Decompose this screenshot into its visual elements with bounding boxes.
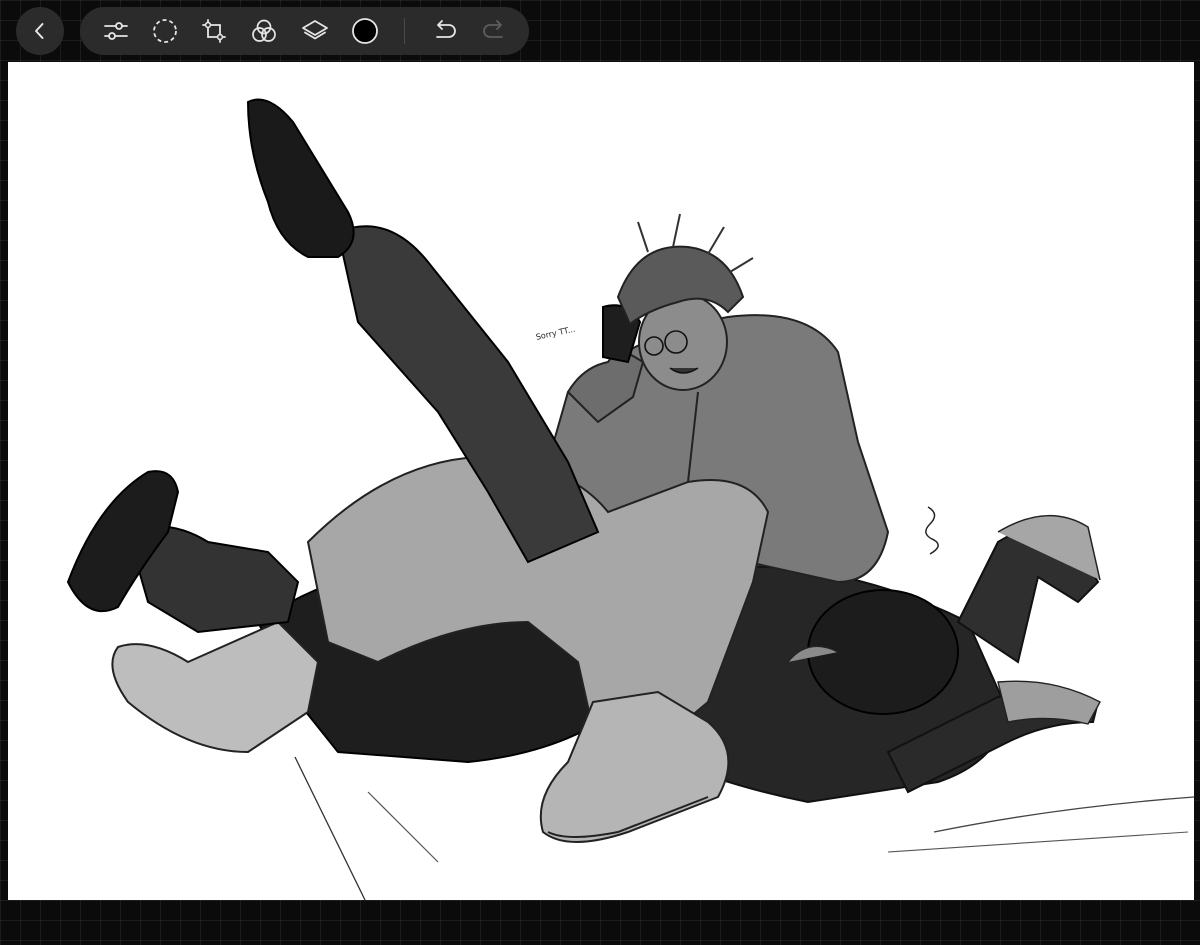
adjustments-button[interactable] [101,16,131,46]
layers-button[interactable] [300,16,330,46]
top-toolbar [80,7,529,55]
selection-button[interactable] [150,16,180,46]
adjustments-icon [104,22,128,40]
color-swatch-button[interactable] [350,16,380,46]
transform-icon [202,19,226,43]
undo-icon [436,20,456,38]
redo-icon [483,20,503,38]
color-mix-icon [252,19,276,42]
drawing-canvas[interactable]: Sorry TT... [8,62,1194,900]
back-button[interactable] [16,7,64,55]
color-swatch [352,18,378,44]
selection-icon [153,19,177,43]
transform-button[interactable] [199,16,229,46]
undo-button[interactable] [430,16,460,46]
color-mix-button[interactable] [249,16,279,46]
layers-icon [302,20,328,40]
chevron-left-icon [35,23,44,39]
redo-button[interactable] [479,16,509,46]
toolbar-divider [404,18,405,44]
artwork-sketch [66,98,1194,900]
